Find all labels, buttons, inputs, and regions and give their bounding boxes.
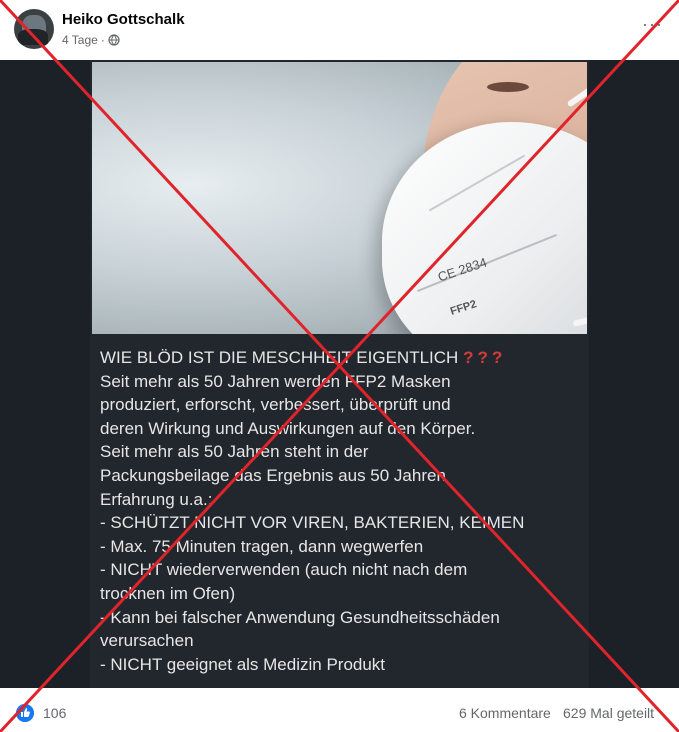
caption-line: - NICHT geeignet als Medizin Produkt <box>100 654 386 674</box>
avatar[interactable] <box>14 9 54 49</box>
caption-line: Packungsbeilage das Ergebnis aus 50 Jahr… <box>100 465 446 485</box>
caption-line: deren Wirkung und Auswirkungen auf den K… <box>100 418 476 438</box>
post-time[interactable]: 4 Tage <box>62 33 98 47</box>
caption-line: - NICHT wiederverwenden (auch nicht nach… <box>100 560 468 580</box>
reaction-count[interactable]: 106 <box>43 705 66 721</box>
globe-icon <box>108 34 120 46</box>
post-meta: 4 Tage · <box>62 33 120 47</box>
post-footer: 106 6 Kommentare 629 Mal geteilt <box>0 688 679 732</box>
caption-line: - Kann bei falscher Anwendung Gesundheit… <box>100 607 500 627</box>
mask-photo: CE 2834 FFP2 <box>92 62 587 334</box>
image-caption-text: WIE BLÖD IST DIE MESCHHEIT EIGENTLICH ??… <box>100 346 586 676</box>
caption-heading: WIE BLÖD IST DIE MESCHHEIT EIGENTLICH <box>100 348 459 367</box>
caption-line: - Max. 75 Minuten tragen, dann wegwerfen <box>100 536 424 556</box>
caption-question-marks: ??? <box>463 348 507 367</box>
caption-line: Erfahrung u.a.: <box>100 489 213 509</box>
caption-heading-line: WIE BLÖD IST DIE MESCHHEIT EIGENTLICH ??… <box>100 346 586 370</box>
like-icon[interactable] <box>16 704 34 722</box>
comments-count[interactable]: 6 Kommentare <box>459 705 551 721</box>
eye-shape <box>487 82 529 92</box>
avatar-shoulders <box>18 29 48 45</box>
shares-count[interactable]: 629 Mal geteilt <box>563 705 654 721</box>
author-name[interactable]: Heiko Gottschalk <box>62 11 185 28</box>
ellipsis-icon[interactable]: ··· <box>642 14 663 35</box>
caption-line: verursachen <box>100 631 194 651</box>
caption-line: trocknen im Ofen) <box>100 583 236 603</box>
caption-line: Seit mehr als 50 Jahren steht in der <box>100 442 369 462</box>
caption-line: Seit mehr als 50 Jahren werden FFP2 Mask… <box>100 371 451 391</box>
caption-line: - SCHÜTZT NICHT VOR VIREN, BAKTERIEN, KE… <box>100 513 525 533</box>
caption-line: produziert, erforscht, verbessert, überp… <box>100 395 451 415</box>
ffp2-mask-shape <box>382 122 587 334</box>
meta-separator: · <box>100 33 105 47</box>
post-header: Heiko Gottschalk 4 Tage · ··· <box>0 0 679 60</box>
